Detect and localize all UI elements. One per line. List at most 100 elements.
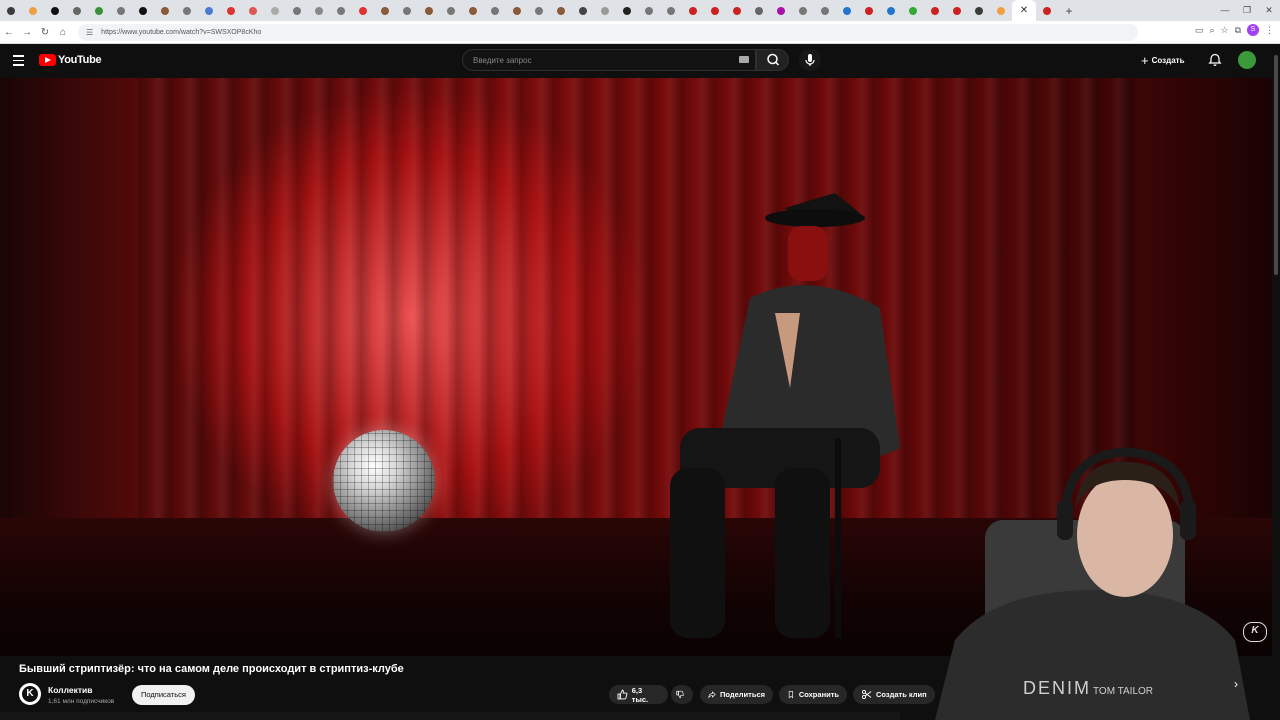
close-window-icon[interactable]: ✕ [1258,0,1280,21]
minimize-icon[interactable]: — [1214,0,1236,21]
browser-tab[interactable] [462,0,484,21]
browser-tab[interactable] [946,0,968,21]
browser-menu-icon[interactable]: ⋮ [1265,25,1274,36]
browser-tab[interactable] [0,0,22,21]
tab-favicon-icon [7,6,15,15]
browser-tab[interactable] [638,0,660,21]
voice-search-button[interactable] [799,49,821,71]
browser-tab[interactable] [220,0,242,21]
tab-favicon-icon [865,6,873,15]
notifications-bell-icon[interactable] [1208,53,1222,67]
browser-tab[interactable] [132,0,154,21]
browser-tab[interactable] [374,0,396,21]
browser-tab[interactable] [176,0,198,21]
home-icon[interactable]: ⌂ [54,27,72,38]
browser-tab[interactable] [484,0,506,21]
search-input[interactable] [471,54,725,66]
page-scrollbar[interactable] [1272,45,1280,720]
browser-tab[interactable] [66,0,88,21]
save-button[interactable]: Сохранить [779,685,847,704]
browser-tab[interactable] [264,0,286,21]
extensions-icon[interactable]: ⧉ [1235,25,1241,36]
forward-icon[interactable]: → [18,27,36,38]
tab-favicon-icon [755,6,763,15]
browser-profile-avatar[interactable]: S [1247,24,1259,36]
browser-tab[interactable] [572,0,594,21]
user-avatar[interactable] [1238,51,1256,69]
browser-tab[interactable] [792,0,814,21]
bookmark-star-icon[interactable]: ☆ [1220,25,1228,36]
keyboard-icon[interactable] [739,56,749,63]
browser-tab[interactable] [660,0,682,21]
dislike-button[interactable] [671,685,693,704]
browser-tab[interactable] [440,0,462,21]
youtube-logo[interactable]: YouTube [39,54,102,66]
browser-tab[interactable] [286,0,308,21]
browser-tab[interactable] [1036,0,1058,21]
channel-avatar[interactable] [19,683,41,705]
browser-tab[interactable] [352,0,374,21]
browser-tab[interactable] [968,0,990,21]
hamburger-menu-icon[interactable] [13,55,24,66]
browser-tab[interactable] [506,0,528,21]
create-button[interactable]: + Создать [1141,50,1185,70]
browser-tab[interactable] [616,0,638,21]
browser-tab[interactable] [814,0,836,21]
browser-tab[interactable] [704,0,726,21]
browser-tab[interactable] [110,0,132,21]
share-label: Поделиться [719,690,765,699]
browser-tab[interactable] [836,0,858,21]
address-bar[interactable]: ☰ https://www.youtube.com/watch?v=SWSXOP… [78,23,1138,41]
share-button[interactable]: Поделиться [700,685,773,704]
browser-tab[interactable] [858,0,880,21]
subscribe-button[interactable]: Подписаться [132,685,195,705]
browser-tab[interactable] [880,0,902,21]
browser-tab[interactable] [748,0,770,21]
chevron-right-icon[interactable]: › [1234,677,1238,691]
svg-text:TOM TAILOR: TOM TAILOR [1093,686,1153,697]
back-icon[interactable]: ← [0,27,18,38]
browser-tab[interactable] [330,0,352,21]
new-tab-button[interactable]: + [1058,4,1080,18]
tab-close-icon[interactable]: ✕ [1020,5,1028,16]
youtube-header: YouTube + Создать [0,45,1280,77]
browser-tab[interactable] [594,0,616,21]
zoom-icon[interactable]: ⌕ [1209,25,1214,36]
browser-tab[interactable] [88,0,110,21]
browser-tab[interactable] [418,0,440,21]
channel-name[interactable]: Коллектив [48,685,92,695]
browser-tab[interactable] [44,0,66,21]
site-info-icon[interactable]: ☰ [86,28,93,37]
browser-tab[interactable] [242,0,264,21]
browser-tab[interactable] [308,0,330,21]
tab-favicon-icon [711,6,719,15]
browser-tab[interactable] [22,0,44,21]
restore-icon[interactable]: ❐ [1236,0,1258,21]
browser-tab[interactable] [550,0,572,21]
browser-tab[interactable] [770,0,792,21]
browser-tab[interactable] [682,0,704,21]
tab-favicon-icon [95,6,103,15]
browser-tab[interactable] [726,0,748,21]
tab-favicon-icon [29,6,37,15]
browser-tab[interactable] [990,0,1012,21]
browser-tab[interactable] [396,0,418,21]
browser-tab-active[interactable]: ✕ [1012,0,1036,21]
install-icon[interactable]: ▭ [1195,25,1204,36]
like-button[interactable]: 6,3 тыс. [609,685,668,704]
tab-favicon-icon [887,6,895,15]
tab-favicon-icon [161,6,169,15]
browser-tab[interactable] [154,0,176,21]
tab-favicon-icon [843,6,851,15]
video-frame-seated-figure [670,193,900,638]
search-button[interactable] [756,49,789,71]
browser-tab[interactable] [902,0,924,21]
create-clip-button[interactable]: Создать клип [853,685,935,704]
scrollbar-thumb[interactable] [1274,55,1278,275]
browser-tab[interactable] [528,0,550,21]
browser-tab[interactable] [198,0,220,21]
create-label: Создать [1151,55,1185,65]
reload-icon[interactable]: ↻ [36,27,54,38]
tab-favicon-icon [689,6,697,15]
browser-tab[interactable] [924,0,946,21]
